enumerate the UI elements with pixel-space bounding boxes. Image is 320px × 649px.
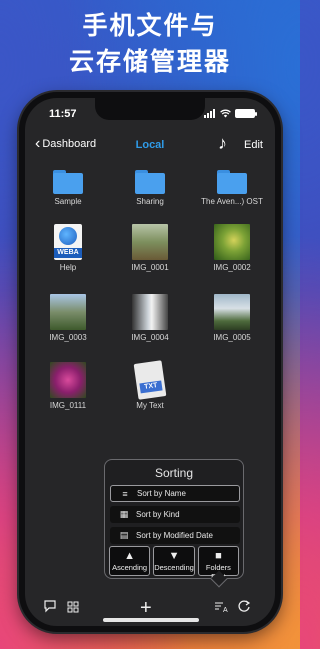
direction-label: Descending <box>154 563 194 572</box>
add-icon[interactable]: + <box>140 598 152 618</box>
comment-icon[interactable] <box>43 598 57 618</box>
file-item[interactable]: The Aven...) OST <box>189 168 275 207</box>
file-name: IMG_0003 <box>49 333 87 342</box>
sort-icon[interactable]: A <box>215 598 229 618</box>
edit-button[interactable]: Edit <box>244 139 263 151</box>
triangle-up-icon: ▲ <box>124 550 136 562</box>
file-item[interactable]: IMG_0004 <box>107 294 193 343</box>
sort-option-label: Sort by Kind <box>136 510 180 519</box>
battery-icon <box>235 109 257 118</box>
file-name: Help <box>59 263 77 272</box>
file-name: IMG_0001 <box>131 263 169 272</box>
file-name: The Aven...) OST <box>201 197 263 206</box>
file-name: Sample <box>54 197 82 206</box>
grid-view-icon[interactable] <box>67 598 79 618</box>
file-name: Sharing <box>136 197 164 206</box>
direction-label: Ascending <box>112 563 148 572</box>
headline-line1: 手机文件与 <box>82 11 218 40</box>
status-icons <box>204 109 257 118</box>
image-thumbnail <box>50 294 86 330</box>
image-thumbnail <box>50 362 86 398</box>
nav-bar: ‹ Dashboard Local ♪ Edit <box>25 132 275 158</box>
file-item[interactable]: WEBA Help <box>25 224 111 273</box>
signal-icon <box>204 109 215 118</box>
image-thumbnail <box>214 224 250 260</box>
file-name: My Text <box>136 401 164 410</box>
folder-icon <box>135 170 165 194</box>
folder-icon <box>217 170 247 194</box>
sort-option-label: Sort by Modified Date <box>136 531 213 540</box>
file-badge: WEBA <box>54 248 82 258</box>
calendar-icon: ▤ <box>119 530 129 540</box>
image-thumbnail <box>132 294 168 330</box>
notch <box>95 98 205 120</box>
image-thumbnail <box>214 294 250 330</box>
headline: 手机文件与 云存储管理器 <box>0 8 300 80</box>
triangle-down-icon: ▼ <box>168 550 180 562</box>
sort-by-date-option[interactable]: ▤ Sort by Modified Date <box>110 527 240 544</box>
file-item[interactable]: IMG_0002 <box>189 224 275 273</box>
home-indicator <box>103 618 199 622</box>
webarchive-icon: WEBA <box>54 224 82 260</box>
file-name: IMG_0004 <box>131 333 169 342</box>
status-time: 11:57 <box>49 108 77 120</box>
headline-line2: 云存储管理器 <box>68 47 231 76</box>
text-file-icon: TXT <box>133 360 167 400</box>
sort-by-kind-option[interactable]: ▦ Sort by Kind <box>110 506 240 523</box>
folder-icon <box>53 170 83 194</box>
file-item[interactable]: TXT My Text <box>107 360 193 411</box>
file-badge: TXT <box>139 380 163 394</box>
file-item[interactable]: IMG_0005 <box>189 294 275 343</box>
descending-button[interactable]: ▼ Descending <box>153 546 195 576</box>
sort-by-name-option[interactable]: ≡ Sort by Name <box>110 485 240 502</box>
refresh-icon[interactable] <box>237 598 251 618</box>
sort-option-label: Sort by Name <box>137 489 186 498</box>
sorting-popover: Sorting ≡ Sort by Name ▦ Sort by Kind ▤ … <box>104 459 244 588</box>
ascending-button[interactable]: ▲ Ascending <box>109 546 151 576</box>
file-name: IMG_0002 <box>213 263 251 272</box>
file-name: IMG_0111 <box>49 401 87 410</box>
music-note-icon[interactable]: ♪ <box>218 133 227 154</box>
file-item[interactable]: Sharing <box>107 168 193 207</box>
image-thumbnail <box>132 224 168 260</box>
folder-icon: ■ <box>215 550 222 562</box>
sort-kind-icon: ▦ <box>119 509 129 519</box>
file-item[interactable]: IMG_0111 <box>25 362 111 411</box>
file-item[interactable]: IMG_0001 <box>107 224 193 273</box>
nav-title: Local <box>135 139 165 151</box>
file-name: IMG_0005 <box>213 333 251 342</box>
file-item[interactable]: IMG_0003 <box>25 294 111 343</box>
sort-name-icon: ≡ <box>122 488 128 499</box>
wifi-icon <box>220 109 231 118</box>
svg-text:A: A <box>223 607 228 613</box>
popover-title: Sorting <box>154 466 194 480</box>
file-item[interactable]: Sample <box>25 168 111 207</box>
